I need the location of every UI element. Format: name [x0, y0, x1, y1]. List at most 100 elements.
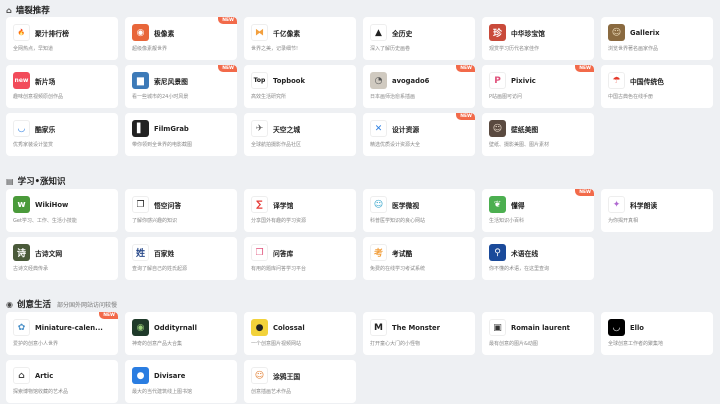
site-card-header: Top Topbook — [251, 71, 350, 90]
site-card[interactable]: ✕ 设计资源 精选优质设计资源大全 NEW — [363, 113, 475, 156]
site-card-header: M The Monster — [370, 318, 469, 337]
umbrella-icon: ☂ — [608, 72, 625, 89]
site-card[interactable]: ✿ Miniature-calen... 爱护的创意小人世界 NEW — [6, 312, 118, 355]
site-name: 古诗文网 — [35, 249, 63, 258]
site-description: 世界之美，记录细节! — [251, 46, 299, 52]
site-card[interactable]: ⌂ Artic 探索博物馆收藏的艺术品 — [6, 360, 118, 403]
site-card-header: 姓百家姓 — [132, 243, 231, 262]
site-card[interactable]: 诗古诗文网 古诗文经典传承 — [6, 237, 118, 280]
site-name: 索尼风景图 — [154, 77, 188, 86]
site-description: 神奇的创意产品大合集 — [132, 341, 183, 347]
site-card[interactable]: ✦ 科学朗读 为你揭开真相 — [601, 189, 713, 232]
site-description: 创意插画艺术作品 — [251, 389, 292, 395]
site-card-header: ◉ 极像素 — [132, 23, 231, 42]
eye-icon: ◉ — [6, 299, 13, 309]
site-card[interactable]: ☺ Gallerix 浏览世界著名画家作品 — [601, 17, 713, 60]
site-card[interactable]: ☺ 医学微视 科普医学知识的良心网站 — [363, 189, 475, 232]
site-card[interactable]: 考考试酷 免费的在线学习考试系统 — [363, 237, 475, 280]
site-card-header: ☺ 壁纸美图 — [489, 119, 588, 138]
term-icon: ⚲ — [489, 244, 506, 261]
site-card-header: new 新片场 — [13, 71, 112, 90]
artic-icon: ⌂ — [13, 367, 30, 384]
site-card[interactable]: ❒ 问答库 有用的题库问答学习平台 — [244, 237, 356, 280]
site-card[interactable]: ▌ FilmGrab 带你领到全世界的电影截图 — [125, 113, 237, 156]
site-card[interactable]: w WikiHow Get学习、工作、生活小技能 — [6, 189, 118, 232]
site-description: 查询了解自己的姓氏起源 — [132, 266, 188, 272]
site-card-header: ● Colossal — [251, 318, 350, 337]
site-name: 设计资源 — [392, 125, 420, 134]
site-card[interactable]: 珍中华珍宝馆 观赏学习历代名家佳作 — [482, 17, 594, 60]
lens-icon: ◉ — [132, 24, 149, 41]
new-logo-icon: new — [13, 72, 30, 89]
site-card[interactable]: ◡ Ello 全球创意工作者的聚集地 — [601, 312, 713, 355]
site-card-header: ▣ Romain laurent — [489, 318, 588, 337]
site-card[interactable]: ⧓ 千亿像素 世界之美，记录细节! — [244, 17, 356, 60]
site-name: Romain laurent — [511, 323, 570, 332]
site-card[interactable]: 姓百家姓查询了解自己的姓氏起源 — [125, 237, 237, 280]
site-card[interactable]: ▲ 全历史 深入了解历史画卷 — [363, 17, 475, 60]
site-card[interactable]: P Pixivic P站画图可访问 NEW — [482, 65, 594, 108]
site-description: 趣味创意视频原创作品 — [13, 94, 64, 100]
oddity-icon: ◉ — [132, 319, 149, 336]
site-card[interactable]: ⚲ 术语在线你不懂的术语，在这里查询 — [482, 237, 594, 280]
site-card-header: 珍中华珍宝馆 — [489, 23, 588, 42]
site-card[interactable]: ◉ Oddityrnall 神奇的创意产品大合集 — [125, 312, 237, 355]
site-card[interactable]: ❐ 悟空问答 了解你感兴趣的知识 — [125, 189, 237, 232]
site-name: 术语在线 — [511, 249, 539, 258]
site-card[interactable]: ☂ 中国传统色 中国古典色在线手册 — [601, 65, 713, 108]
site-name: Pixivic — [511, 76, 536, 85]
site-card[interactable]: ✈ 天空之城 全球航拍摄影作品社区 — [244, 113, 356, 156]
site-name: Topbook — [273, 76, 305, 85]
pixivic-icon: P — [489, 72, 506, 89]
site-description: 生活知识小百科 — [489, 218, 525, 224]
new-badge: NEW — [456, 65, 475, 72]
site-card-header: ◔ avogado6 — [370, 71, 469, 90]
site-card[interactable]: ◡ 酷家乐 优秀家装设计鉴赏 — [6, 113, 118, 156]
site-card[interactable]: ◔ avogado6 日本画师治愈系插画 NEW — [363, 65, 475, 108]
portrait-icon: ☺ — [608, 24, 625, 41]
seal-icon: 珍 — [489, 24, 506, 41]
site-card[interactable]: ▆ 索尼风景图 看一些城市的24小时风景 NEW — [125, 65, 237, 108]
site-name: 极像素 — [154, 29, 175, 38]
question-bank-icon: ❒ — [251, 244, 268, 261]
site-card[interactable]: ◉ 极像素 超级像素靓世界 NEW — [125, 17, 237, 60]
new-badge: NEW — [456, 113, 475, 120]
landscape-icon: ▆ — [132, 72, 149, 89]
divisare-icon: ● — [132, 367, 149, 384]
site-name: Gallerix — [630, 28, 660, 37]
smile-icon: ◡ — [13, 120, 30, 137]
site-name: Colossal — [273, 323, 305, 332]
site-name: 百家姓 — [154, 249, 175, 258]
wikihow-icon: w — [13, 196, 30, 213]
site-card[interactable]: ☺ 涂鸦王国 创意插画艺术作品 — [244, 360, 356, 403]
poem-icon: 诗 — [13, 244, 30, 261]
wallpaper-icon: ☺ — [489, 120, 506, 137]
site-card-header: ▌ FilmGrab — [132, 119, 231, 138]
site-card[interactable]: ☺ 壁纸美图 壁纸、摄影美图、图片素材 — [482, 113, 594, 156]
site-name: 天空之城 — [273, 125, 301, 134]
site-description: 分享国外有趣的学习资源 — [251, 218, 307, 224]
illustration-icon: ◔ — [370, 72, 387, 89]
site-description: 最有创意的图片&动图 — [489, 341, 538, 347]
site-description: 探索博物馆收藏的艺术品 — [13, 389, 69, 395]
site-card[interactable]: Top Topbook 高效生活研究所 — [244, 65, 356, 108]
mountain-icon: ▲ — [370, 24, 387, 41]
site-card-header: ◉ Oddityrnall — [132, 318, 231, 337]
ello-icon: ◡ — [608, 319, 625, 336]
site-card[interactable]: 🔥 聚汁排行榜 全网热点，早知道 — [6, 17, 118, 60]
site-card-header: ⚲ 术语在线 — [489, 243, 588, 262]
site-card[interactable]: ● Divisare 最大的当代建筑线上图书馆 — [125, 360, 237, 403]
film-icon: ▌ — [132, 120, 149, 137]
site-card[interactable]: ● Colossal 一个创意图片视频网站 — [244, 312, 356, 355]
new-badge: NEW — [99, 312, 118, 319]
site-card[interactable]: ▣ Romain laurent 最有创意的图片&动图 — [482, 312, 594, 355]
site-card[interactable]: new 新片场趣味创意视频原创作品 — [6, 65, 118, 108]
site-card[interactable]: M The Monster 打开童心大门的小怪物 — [363, 312, 475, 355]
site-description: 高效生活研究所 — [251, 94, 287, 100]
site-description: 你不懂的术语，在这里查询 — [489, 266, 550, 272]
new-badge: NEW — [218, 17, 237, 24]
site-card[interactable]: ❦ 懂得 生活知识小百科 NEW — [482, 189, 594, 232]
site-card-header: ◡ Ello — [608, 318, 707, 337]
site-card-header: 诗古诗文网 — [13, 243, 112, 262]
site-card[interactable]: ∑ 译学馆 分享国外有趣的学习资源 — [244, 189, 356, 232]
